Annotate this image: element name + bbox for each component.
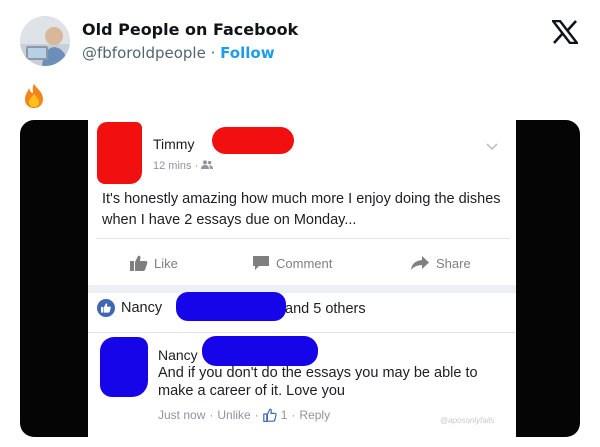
comment-icon xyxy=(253,256,269,270)
post-timestamp: 12 mins · xyxy=(153,160,214,172)
unlike-link[interactable]: Unlike xyxy=(217,408,250,422)
post-time-dot: · xyxy=(194,160,199,172)
fire-emoji-icon xyxy=(20,82,48,110)
post-text: It's honestly amazing how much more I en… xyxy=(102,191,501,228)
account-handle[interactable]: @fbforoldpeople xyxy=(82,44,206,62)
meta-dot: · xyxy=(291,408,296,422)
divider xyxy=(96,238,510,239)
likes-others-text[interactable]: and 5 others xyxy=(285,301,366,317)
friends-icon xyxy=(201,160,214,172)
avatar[interactable] xyxy=(20,16,70,66)
redacted-commenter-picture xyxy=(100,337,148,397)
comment-time: Just now xyxy=(158,408,206,422)
divider xyxy=(88,332,516,333)
comment-button[interactable]: Comment xyxy=(252,253,332,273)
account-name[interactable]: Old People on Facebook xyxy=(82,20,298,39)
handle-separator: · xyxy=(210,44,216,62)
like-button[interactable]: Like xyxy=(130,253,178,273)
embedded-image[interactable]: Timmy 12 mins · It's honestly amazing ho… xyxy=(20,120,580,437)
meta-dot: · xyxy=(209,408,214,422)
thumbs-up-icon xyxy=(262,408,277,422)
comment-like-count: 1 xyxy=(280,408,288,422)
comment-meta: Just now · Unlike · 1 · Reply xyxy=(158,408,330,422)
reply-link[interactable]: Reply xyxy=(299,408,330,422)
liker-name[interactable]: Nancy xyxy=(121,300,162,316)
facebook-post: Timmy 12 mins · It's honestly amazing ho… xyxy=(88,120,516,437)
x-logo-icon[interactable] xyxy=(551,19,579,45)
follow-button[interactable]: Follow xyxy=(220,44,274,62)
section-divider xyxy=(88,285,516,293)
watermark: @aposonlyfails xyxy=(440,416,495,425)
like-label: Like xyxy=(154,255,178,271)
comment-text: And if you don't do the essays you may b… xyxy=(158,365,478,399)
redacted-liker-surname xyxy=(176,292,286,321)
meta-dot: · xyxy=(254,408,259,422)
share-arrow-icon xyxy=(411,256,429,270)
like-badge-icon xyxy=(97,299,115,317)
comment-label: Comment xyxy=(276,255,333,271)
chevron-down-icon[interactable] xyxy=(485,139,499,151)
share-button[interactable]: Share xyxy=(410,253,471,273)
redacted-author-surname xyxy=(212,127,294,154)
commenter-name: Nancy xyxy=(158,347,198,363)
post-author-name: Timmy xyxy=(153,136,195,152)
thumbs-up-icon xyxy=(130,255,148,271)
share-label: Share xyxy=(436,255,471,271)
redacted-commenter-surname xyxy=(202,336,318,366)
likes-summary[interactable]: Nancy xyxy=(97,295,162,321)
account-handle-line: @fbforoldpeople · Follow xyxy=(82,44,275,62)
redacted-profile-picture xyxy=(97,122,142,184)
post-time: 12 mins xyxy=(153,160,192,172)
